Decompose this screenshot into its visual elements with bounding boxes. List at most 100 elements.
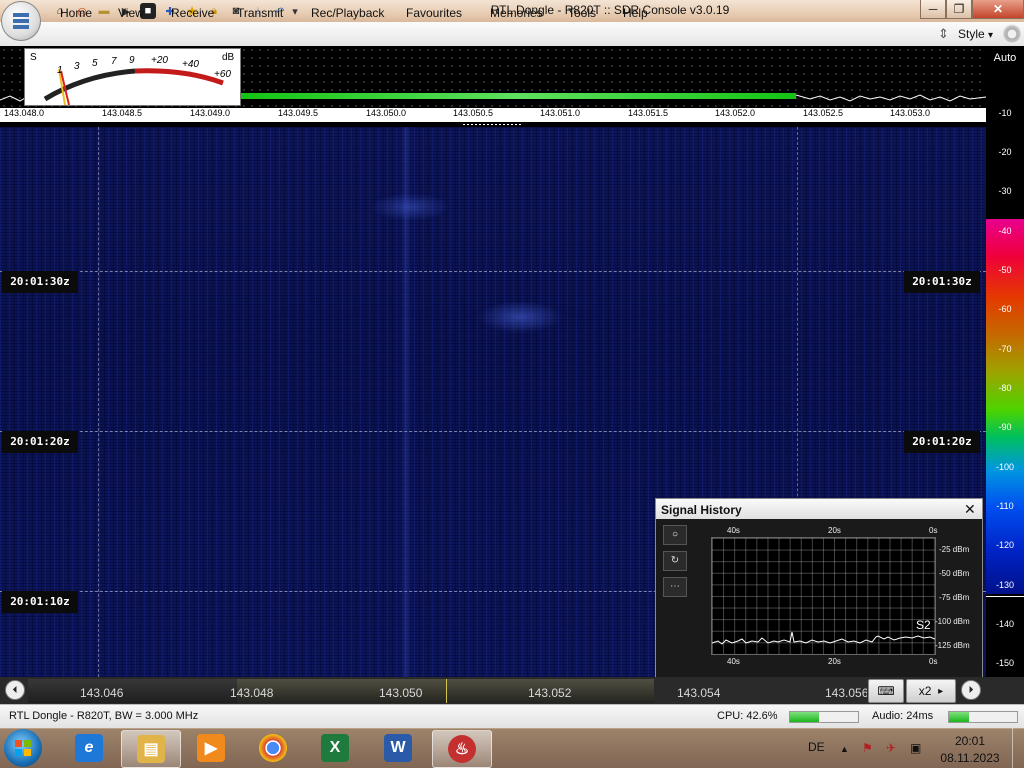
keyboard-button[interactable]: ⌨ [868,679,904,703]
db-tick: -70 [998,344,1012,354]
device-status: RTL Dongle - R820T, BW = 3.000 MHz [9,710,199,722]
taskbar-word[interactable]: W [369,730,427,766]
db-tick: -125 dBm [935,641,970,650]
time-label-left: 20:01:30z [2,271,78,293]
menu-bar [0,22,1024,47]
app-logo-icon [13,13,29,29]
menu-memories[interactable]: Memories [490,6,543,20]
time-label-right: 20:01:30z [904,271,980,293]
chrome-icon: ● [259,734,287,762]
s-reading: S2 [916,618,931,632]
taskbar-media-player[interactable]: ▶ [182,730,240,766]
db-tick: -40 [998,226,1012,236]
more-options-button[interactable]: ⋯ [663,577,687,597]
taskbar-internet-explorer[interactable]: e [60,730,118,766]
menu-home[interactable]: Home [60,6,92,20]
time-tick-bottom: 0s [929,657,938,666]
display-icon[interactable]: ▣ [910,741,921,755]
excel-icon: X [321,734,349,762]
menu-receive[interactable]: Receive [171,6,214,20]
rx-bandwidth-bar[interactable] [241,93,796,99]
clock-time[interactable]: 20:01 [942,734,998,748]
flag-icon[interactable]: ⚑ [862,741,873,755]
show-hidden-icons[interactable]: ▲ [840,744,849,754]
frequency-tick: 143.049.5 [278,108,319,118]
cpu-meter-fill [790,712,819,722]
tuning-freq-label: 143.054 [677,686,721,700]
chevron-right-icon: ▸ [938,685,944,697]
waterfall-gridline [98,127,99,677]
db-color-scale [986,219,1024,594]
s-meter: S dB 1 3 5 7 9 +20 +40 +60 [24,48,241,106]
audio-meter [948,711,1018,723]
tuning-freq-label: 143.052 [528,686,572,700]
taskbar-file-explorer[interactable]: ▤ [121,730,181,768]
minimize-button[interactable]: ─ [920,0,946,19]
s-tick: 5 [92,58,98,69]
audio-status: Audio: 24ms [872,710,934,722]
db-tick: -120 [995,540,1014,550]
taskbar-sdr-console[interactable]: ♨ [432,730,492,768]
tuned-frequency-marker[interactable] [446,679,447,703]
maximize-button[interactable]: ❐ [946,0,972,19]
reset-button[interactable]: ↻ [663,551,687,571]
tuning-freq-clip: 143.056 [825,679,867,703]
application-menu-button[interactable] [1,1,41,41]
splitter-handle[interactable] [462,123,522,126]
sdr-console-icon: ♨ [448,735,476,763]
close-icon[interactable]: ✕ [964,501,976,518]
time-label-left: 20:01:10z [2,591,78,613]
language-indicator[interactable]: DE [808,740,825,754]
menu-tools[interactable]: Tools [568,6,596,20]
frequency-tick: 143.049.0 [190,108,231,118]
db-tick: -75 dBm [939,593,970,602]
cpu-meter [789,711,859,723]
cpu-status: CPU: 42.6% [717,710,778,722]
s-tick: 7 [111,56,117,67]
auto-scale-button[interactable]: Auto [986,46,1024,70]
menu-favourites[interactable]: Favourites [406,6,462,20]
db-tick: -90 [998,422,1012,432]
db-tick: -80 [998,383,1012,393]
zoom-select[interactable]: x2 ▸ [906,679,956,703]
gear-icon[interactable] [1002,24,1022,44]
frequency-tick: 143.051.5 [628,108,669,118]
ribbon-toggle-icon[interactable]: ⇕ [938,26,949,42]
internet-explorer-icon: e [75,734,103,762]
show-desktop-button[interactable] [1012,728,1024,768]
db-tick: -10 [998,108,1012,118]
network-icon[interactable]: ✈ [886,741,896,755]
taskbar-chrome[interactable]: ● [244,730,302,766]
dropdown-icon[interactable]: ▾ [290,3,300,19]
spectrum-display[interactable]: S dB 1 3 5 7 9 +20 +40 +60 [0,46,986,108]
time-tick-bottom: 20s [828,657,841,666]
db-tick: -60 [998,304,1012,314]
clock-date[interactable]: 08.11.2023 [936,751,1004,765]
scroll-right-button[interactable]: ⏵ [961,680,981,700]
waterfall-gridline [0,431,986,432]
db-tick: +20 [151,55,168,66]
folder-icon[interactable]: ▬ [96,3,112,19]
scroll-left-button[interactable]: ⏴ [5,680,25,700]
peak-hold-button[interactable]: ○ [663,525,687,545]
signal-history-panel: Signal History ✕ ○ ↻ ⋯ 40s 20s 0s S2 -25… [655,498,983,678]
frequency-tick: 143.052.0 [715,108,756,118]
tuning-freq-label: 143.048 [230,686,274,700]
db-tick: -25 dBm [939,545,970,554]
frequency-tick: 143.051.0 [540,108,581,118]
style-menu[interactable]: Style ▾ [958,27,993,41]
close-button[interactable]: ✕ [972,0,1024,19]
taskbar-excel[interactable]: X [306,730,364,766]
menu-transmit[interactable]: Transmit [237,6,283,20]
menu-rec-playback[interactable]: Rec/Playback [311,6,384,20]
db-tick: -50 dBm [939,569,970,578]
zoom-label: x2 [918,684,932,698]
time-tick-top: 40s [727,526,740,535]
db-tick: -20 [998,147,1012,157]
frequency-ruler[interactable]: 143.048.0 143.048.5 143.049.0 143.049.5 … [0,108,986,122]
db-tick: -140 [995,619,1014,629]
menu-help[interactable]: Help [623,6,648,20]
frequency-tick: 143.050.0 [366,108,407,118]
menu-view[interactable]: View [118,6,144,20]
start-button[interactable] [4,729,42,767]
